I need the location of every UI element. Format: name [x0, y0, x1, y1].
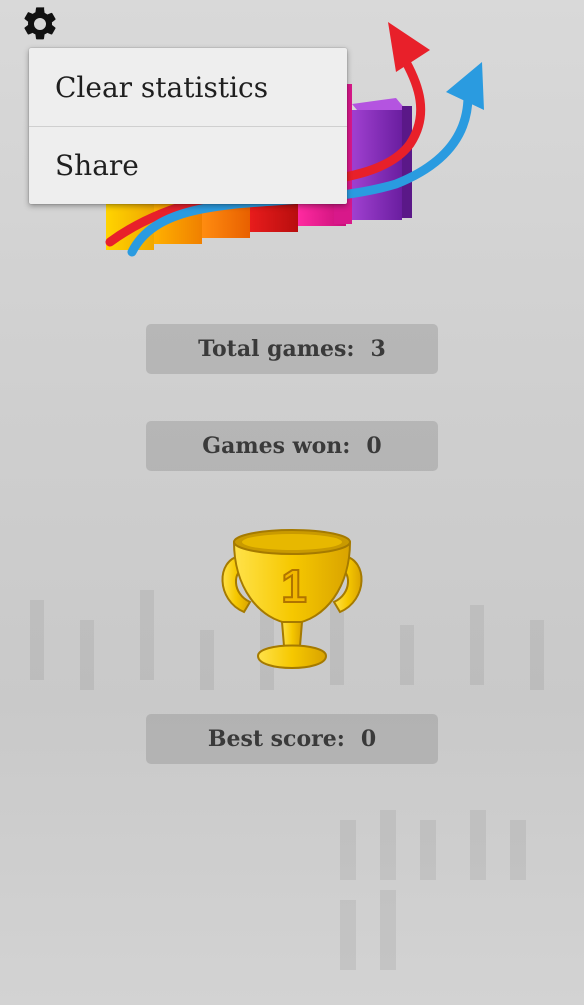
games-won-stat: Games won: 0 — [146, 421, 438, 471]
menu-item-share[interactable]: Share — [29, 126, 347, 204]
total-games-value: 3 — [370, 336, 386, 362]
total-games-label: Total games: — [198, 336, 355, 362]
total-games-stat: Total games: 3 — [146, 324, 438, 374]
gear-icon — [24, 7, 56, 40]
trophy-icon: 1 — [221, 529, 363, 669]
trophy-number: 1 — [281, 560, 307, 612]
best-score-value: 0 — [360, 726, 377, 752]
settings-button[interactable] — [16, 2, 64, 46]
best-score-stat: Best score: 0 — [146, 714, 438, 764]
menu-item-clear-statistics[interactable]: Clear statistics — [29, 48, 347, 126]
best-score-label: Best score: — [207, 726, 345, 752]
games-won-label: Games won: — [202, 433, 351, 459]
options-menu: Clear statistics Share — [29, 48, 347, 204]
games-won-value: 0 — [366, 433, 382, 459]
